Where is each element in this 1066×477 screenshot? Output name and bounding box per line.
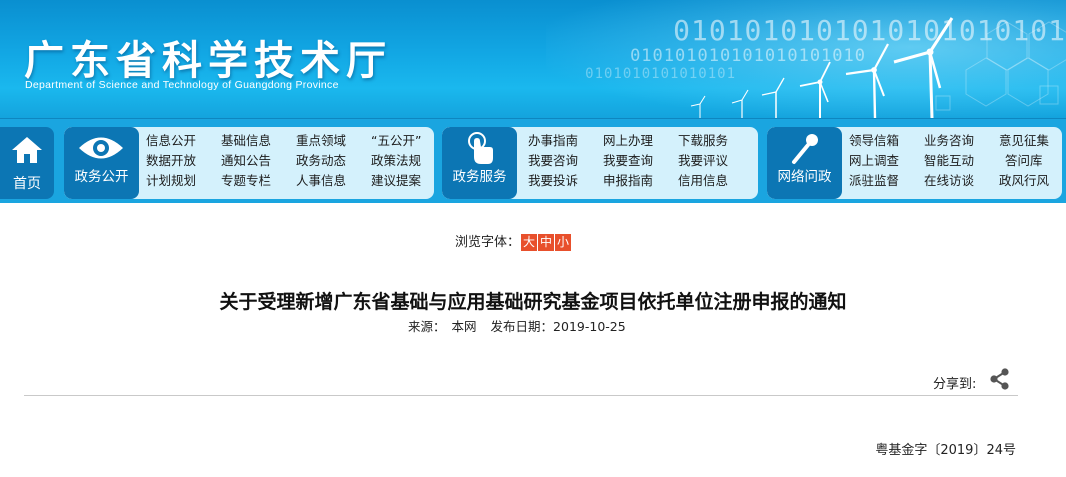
main-navigation: 首页 政务公开 信息公开 基础信息 重点领域 “五公开” 数据开放 通知公告 政…: [0, 118, 1066, 203]
site-title: 广东省科学技术厅: [24, 38, 392, 84]
nav-link[interactable]: 专题专栏: [221, 170, 271, 189]
nav-link[interactable]: 派驻监督: [849, 170, 899, 189]
nav-link[interactable]: 智能互动: [924, 150, 974, 169]
nav-link[interactable]: 申报指南: [603, 170, 653, 189]
article-meta: 来源： 本网 发布日期：2019-10-25: [408, 316, 632, 335]
nav-link[interactable]: “五公开”: [371, 130, 421, 149]
nav-tile-gov-affairs-open[interactable]: 政务公开: [64, 127, 139, 199]
font-size-medium-button[interactable]: 中: [538, 234, 555, 251]
microphone-icon: [792, 134, 818, 164]
nav-link[interactable]: 重点领域: [296, 130, 346, 149]
nav-link[interactable]: 政风行风: [999, 170, 1049, 189]
home-icon: [12, 137, 42, 163]
date-value: 2019-10-25: [553, 319, 626, 334]
site-subtitle: Department of Science and Technology of …: [25, 79, 339, 91]
nav-link[interactable]: 信息公开: [146, 130, 196, 149]
nav-group-gov-services: 政务服务 办事指南 网上办理 下载服务 我要咨询 我要查询 我要评议 我要投诉 …: [442, 127, 758, 199]
nav-link[interactable]: 领导信箱: [849, 130, 899, 149]
nav-group-online-inquiry: 网络问政 领导信箱 业务咨询 意见征集 网上调查 智能互动 答问库 派驻监督 在…: [767, 127, 1062, 199]
nav-tile-label: 政务公开: [74, 169, 129, 185]
nav-link[interactable]: 在线访谈: [924, 170, 974, 189]
date-label: 发布日期：: [490, 319, 554, 334]
nav-link[interactable]: 我要投诉: [528, 170, 578, 189]
share-icon[interactable]: [988, 368, 1012, 390]
nav-link[interactable]: 政务动态: [296, 150, 346, 169]
eye-icon: [79, 137, 123, 159]
share-label: 分享到:: [933, 377, 977, 392]
content-divider: [24, 395, 1018, 396]
nav-link[interactable]: 数据开放: [146, 150, 196, 169]
nav-link[interactable]: 信用信息: [678, 170, 728, 189]
source-label: 来源：: [408, 319, 446, 334]
nav-tile-label: 政务服务: [452, 169, 507, 185]
nav-link[interactable]: 我要咨询: [528, 150, 578, 169]
article-title: 关于受理新增广东省基础与应用基础研究基金项目依托单位注册申报的通知: [219, 291, 847, 313]
wind-turbines-illustration: [690, 17, 954, 118]
nav-link[interactable]: 建议提案: [371, 170, 421, 189]
nav-link[interactable]: 我要查询: [603, 150, 653, 169]
hand-pointer-icon: [468, 132, 493, 164]
nav-link[interactable]: 网上调查: [849, 150, 899, 169]
document-number: 粤基金字〔2019〕24号: [875, 443, 1016, 458]
nav-home-label: 首页: [13, 176, 41, 192]
nav-tile-gov-services[interactable]: 政务服务: [442, 127, 517, 199]
nav-link[interactable]: 政策法规: [371, 150, 421, 169]
nav-tile-label: 网络问政: [777, 169, 832, 185]
nav-group-gov-affairs-open: 政务公开 信息公开 基础信息 重点领域 “五公开” 数据开放 通知公告 政务动态…: [64, 127, 434, 199]
font-size-large-button[interactable]: 大: [521, 234, 538, 251]
nav-home[interactable]: 首页: [0, 127, 54, 199]
nav-link[interactable]: 通知公告: [221, 150, 271, 169]
nav-link[interactable]: 答问库: [1005, 150, 1043, 169]
site-banner: 0101010101010101010101 01010101010101010…: [0, 0, 1066, 118]
nav-link[interactable]: 人事信息: [296, 170, 346, 189]
source-value: 本网: [451, 319, 477, 334]
nav-link[interactable]: 下载服务: [678, 130, 728, 149]
font-size-small-button[interactable]: 小: [555, 234, 572, 251]
font-size-label: 浏览字体：: [455, 235, 521, 250]
font-size-selector: 浏览字体：大中小: [455, 231, 572, 251]
nav-link[interactable]: 我要评议: [678, 150, 728, 169]
nav-link[interactable]: 业务咨询: [924, 130, 974, 149]
nav-link[interactable]: 计划规划: [146, 170, 196, 189]
nav-tile-online-inquiry[interactable]: 网络问政: [767, 127, 842, 199]
nav-link[interactable]: 办事指南: [528, 130, 578, 149]
nav-link[interactable]: 意见征集: [999, 130, 1049, 149]
nav-link[interactable]: 网上办理: [603, 130, 653, 149]
nav-link[interactable]: 基础信息: [221, 130, 271, 149]
